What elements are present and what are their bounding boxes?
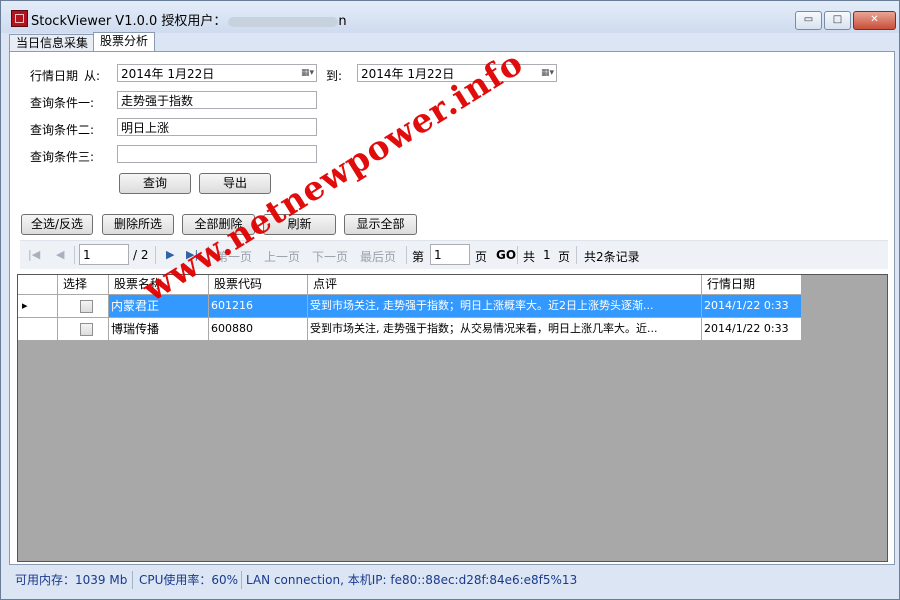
last-page-link[interactable]: 最后页 <box>360 248 396 265</box>
results-grid[interactable]: 选择 股票名称 股票代码 点评 行情日期 ▸ 内蒙君正 601216 受到市场关… <box>17 274 888 562</box>
select-toggle-button[interactable]: 全选/反选 <box>21 214 93 235</box>
stock-name-cell[interactable]: 博瑞传播 <box>109 318 209 341</box>
from-date-picker[interactable]: 2014年 1月22日 ▦▾ <box>117 64 317 82</box>
condition-1-input[interactable]: 走势强于指数 <box>117 91 317 109</box>
from-date-value: 2014年 1月22日 <box>121 67 215 81</box>
goto-suffix: 页 <box>475 250 488 264</box>
minimize-button[interactable]: ▭ <box>795 11 822 30</box>
query-button[interactable]: 查询 <box>119 173 191 194</box>
network-status: LAN connection, 本机IP: fe80::88ec:d28f:84… <box>246 573 578 587</box>
pager-separator <box>406 246 407 264</box>
status-separator <box>241 571 242 589</box>
close-button[interactable]: ✕ <box>853 11 896 30</box>
status-separator <box>132 571 133 589</box>
comment-cell[interactable]: 受到市场关注, 走势强于指数；明日上涨概率大。近2日上涨势头逐渐... <box>308 295 702 318</box>
analysis-panel: 行情日期 从: 2014年 1月22日 ▦▾ 到: 2014年 1月22日 ▦▾… <box>9 51 895 565</box>
to-label: 到: <box>326 69 343 83</box>
page-number-input[interactable]: 1 <box>79 244 129 265</box>
pager-toolbar: |◀ ◀ 1 / 2 ▶ ▶| 第一页 上一页 下一页 最后页 第 1 页 GO… <box>20 240 888 269</box>
row-checkbox-cell[interactable] <box>58 295 109 318</box>
from-label: 从: <box>84 69 101 83</box>
row-header-corner <box>18 275 58 295</box>
delete-selected-button[interactable]: 删除所选 <box>102 214 174 235</box>
condition-2-label: 查询条件二: <box>30 123 95 137</box>
date-cell[interactable]: 2014/1/22 0:33 <box>702 318 802 341</box>
go-button[interactable]: GO <box>496 248 516 262</box>
pager-separator <box>517 246 518 264</box>
maximize-button[interactable]: □ <box>824 11 851 30</box>
tab-stock-analysis[interactable]: 股票分析 <box>93 32 156 53</box>
window-title: StockViewer V1.0.0 授权用户： n <box>31 14 347 29</box>
status-bar: 可用内存：1039 Mb CPU使用率：60% LAN connection, … <box>9 568 893 592</box>
pager-separator <box>576 246 577 264</box>
condition-3-label: 查询条件三: <box>30 150 95 164</box>
goto-prefix: 第 <box>412 250 425 264</box>
row-checkbox[interactable] <box>80 322 93 336</box>
tab-daily-collection[interactable]: 当日信息采集 <box>9 34 96 52</box>
row-indicator[interactable]: ▸ <box>18 295 58 318</box>
app-logo-icon <box>11 10 28 27</box>
column-header-date[interactable]: 行情日期 <box>702 275 802 295</box>
title-bar[interactable]: StockViewer V1.0.0 授权用户： n ▭ □ ✕ <box>1 1 899 33</box>
show-all-button[interactable]: 显示全部 <box>344 214 417 235</box>
total-pages: 1 <box>543 248 551 262</box>
memory-status: 可用内存：1039 Mb <box>15 573 128 587</box>
calendar-dropdown-icon[interactable]: ▦▾ <box>292 66 314 80</box>
app-window: StockViewer V1.0.0 授权用户： n ▭ □ ✕ 当日信息采集 股… <box>0 0 900 600</box>
pager-separator <box>74 246 75 264</box>
row-indicator[interactable] <box>18 318 58 341</box>
prev-page-link[interactable]: 上一页 <box>264 248 300 265</box>
goto-page-input[interactable]: 1 <box>430 244 470 265</box>
date-label: 行情日期 <box>30 69 79 83</box>
redacted-user <box>228 16 339 27</box>
stock-code-cell[interactable]: 601216 <box>209 295 308 318</box>
row-checkbox[interactable] <box>80 299 93 313</box>
page-total: / 2 <box>133 248 149 262</box>
stock-code-cell[interactable]: 600880 <box>209 318 308 341</box>
column-header-comment[interactable]: 点评 <box>308 275 702 295</box>
to-date-value: 2014年 1月22日 <box>361 67 455 81</box>
calendar-dropdown-icon[interactable]: ▦▾ <box>532 66 554 80</box>
total-prefix: 共 <box>523 250 536 264</box>
column-header-select[interactable]: 选择 <box>58 275 109 295</box>
total-suffix: 页 <box>558 250 571 264</box>
condition-3-input[interactable] <box>117 145 317 163</box>
cpu-status: CPU使用率：60% <box>139 573 239 587</box>
first-page-icon[interactable]: |◀ <box>28 248 40 261</box>
column-header-stock-code[interactable]: 股票代码 <box>209 275 308 295</box>
comment-cell[interactable]: 受到市场关注, 走势强于指数；从交易情况来看，明日上涨几率大。近... <box>308 318 702 341</box>
next-page-link[interactable]: 下一页 <box>312 248 348 265</box>
record-count: 共2条记录 <box>584 250 640 264</box>
condition-2-input[interactable]: 明日上涨 <box>117 118 317 136</box>
export-button[interactable]: 导出 <box>199 173 271 194</box>
date-cell[interactable]: 2014/1/22 0:33 <box>702 295 802 318</box>
condition-1-label: 查询条件一: <box>30 96 95 110</box>
row-checkbox-cell[interactable] <box>58 318 109 341</box>
pager-separator <box>155 246 156 264</box>
prev-page-icon[interactable]: ◀ <box>56 248 64 261</box>
